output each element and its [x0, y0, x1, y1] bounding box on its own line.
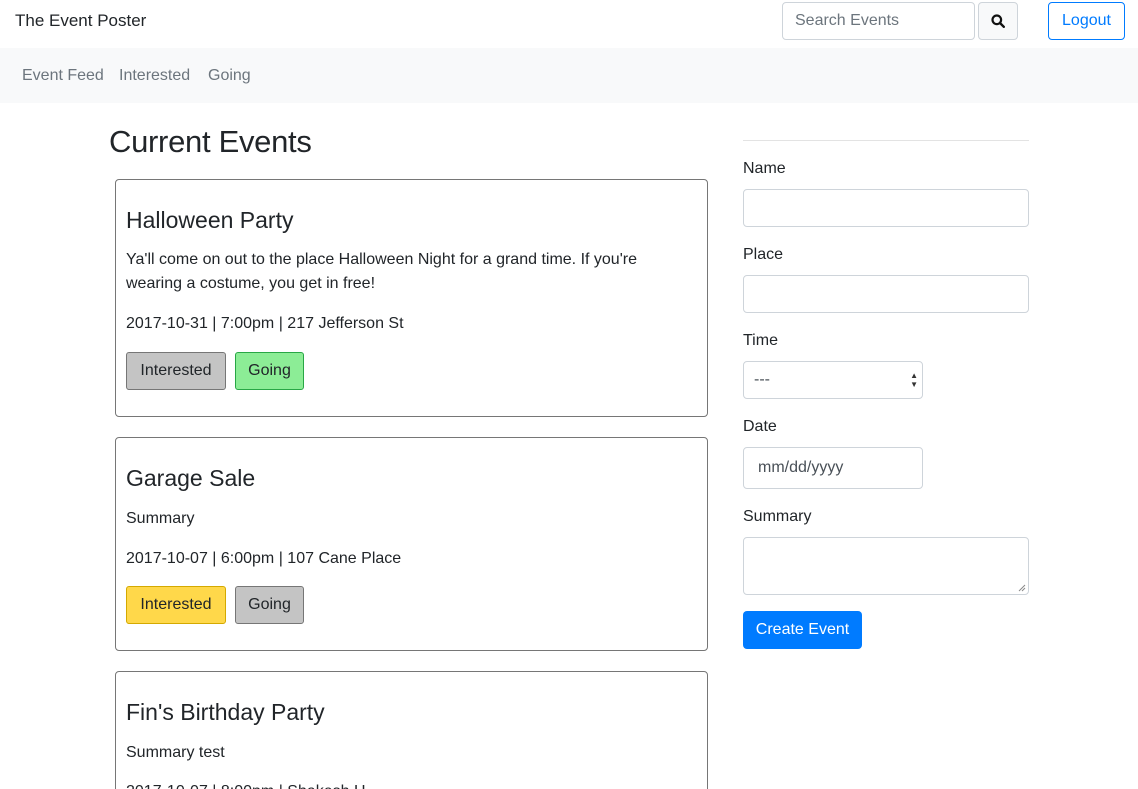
- nav-event-feed[interactable]: Event Feed: [22, 67, 104, 85]
- logout-button[interactable]: Logout: [1048, 2, 1125, 40]
- brand-title[interactable]: The Event Poster: [15, 11, 146, 31]
- event-title: Fin's Birthday Party: [126, 699, 325, 725]
- place-label: Place: [743, 246, 784, 263]
- event-summary: Ya'll come on out to the place Halloween…: [126, 251, 637, 292]
- date-placeholder: mm/dd/yyyy: [758, 459, 844, 476]
- event-summary: Summary: [126, 510, 195, 527]
- event-details: 2017-10-07 | 6:00pm | 107 Cane Place: [126, 550, 402, 567]
- search-input[interactable]: [782, 2, 975, 40]
- summary-label: Summary: [743, 508, 812, 525]
- event-details: 2017-10-07 | 8:00pm | Shakesh H...: [126, 780, 686, 789]
- place-field[interactable]: [743, 275, 1029, 313]
- interested-button[interactable]: Interested: [126, 352, 226, 390]
- interested-button[interactable]: Interested: [126, 586, 226, 624]
- event-summary: Summary test: [126, 744, 225, 761]
- time-select[interactable]: --- ▲ ▼: [743, 361, 923, 399]
- search-icon: [991, 14, 1005, 28]
- name-field[interactable]: [743, 189, 1029, 227]
- event-card: Garage Sale Summary 2017-10-07 | 6:00pm …: [115, 437, 708, 651]
- resize-grip-icon[interactable]: [1018, 584, 1026, 592]
- event-title: Halloween Party: [126, 207, 294, 233]
- page-title: Current Events: [109, 124, 312, 159]
- top-navbar: The Event Poster Logout: [0, 0, 1138, 48]
- form-divider: [743, 140, 1029, 141]
- event-card: Fin's Birthday Party Summary test 2017-1…: [115, 671, 708, 789]
- event-card: Halloween Party Ya'll come on out to the…: [115, 179, 708, 417]
- event-details: 2017-10-31 | 7:00pm | 217 Jefferson St: [126, 315, 404, 332]
- date-label: Date: [743, 418, 777, 435]
- secondary-nav: Event Feed Interested Going: [0, 48, 1138, 103]
- date-field[interactable]: mm/dd/yyyy: [743, 447, 923, 489]
- summary-field[interactable]: [743, 537, 1029, 595]
- create-event-button[interactable]: Create Event: [743, 611, 862, 649]
- time-label: Time: [743, 332, 778, 349]
- nav-interested[interactable]: Interested: [119, 67, 190, 85]
- select-arrows-icon: ▲ ▼: [910, 371, 918, 389]
- event-title: Garage Sale: [126, 465, 256, 491]
- time-select-value: ---: [754, 371, 770, 388]
- going-button[interactable]: Going: [235, 352, 304, 390]
- going-button[interactable]: Going: [235, 586, 304, 624]
- search-button[interactable]: [978, 2, 1018, 40]
- nav-going[interactable]: Going: [208, 67, 251, 85]
- name-label: Name: [743, 160, 786, 177]
